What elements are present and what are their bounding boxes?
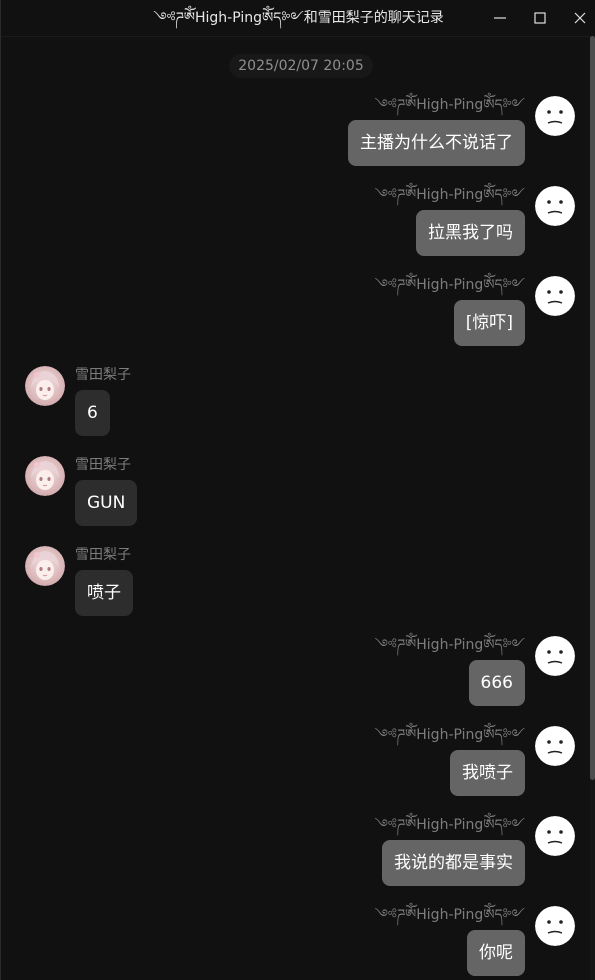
confused-face-icon[interactable] [535, 96, 575, 136]
message-bubble[interactable]: 你呢 [467, 930, 525, 976]
date-separator: 2025/02/07 20:05 [229, 54, 373, 78]
confused-face-icon[interactable] [535, 186, 575, 226]
sender-name: ༺ཌༀHigh-Pingༀད༻ [374, 817, 525, 833]
close-button[interactable] [560, 0, 595, 36]
scrollbar-thumb[interactable] [590, 36, 595, 780]
confused-face-icon[interactable] [535, 636, 575, 676]
anime-girl-avatar[interactable] [25, 366, 65, 406]
chat-history-window: ༺ཌༀHigh-Pingༀད༻和雪田梨子的聊天记录 2025/02/07 20:… [0, 0, 595, 980]
sender-name: ༺ཌༀHigh-Pingༀད༻ [374, 97, 525, 113]
minimize-icon [494, 17, 506, 19]
confused-face-icon[interactable] [535, 726, 575, 766]
message-bubble[interactable]: 6 [75, 390, 110, 436]
sender-name: ༺ཌༀHigh-Pingༀད༻ [374, 637, 525, 653]
message-list[interactable]: 2025/02/07 20:05 ༺ཌༀHigh-Pingༀད༻ 主播为什么不说话… [1, 36, 589, 980]
message-row: ༺ཌༀHigh-Pingༀད༻ 666 [1, 636, 589, 720]
message-bubble[interactable]: 我说的都是事实 [382, 840, 525, 886]
message-row: ༺ཌༀHigh-Pingༀད༻ [惊吓] [1, 276, 589, 360]
title-bar[interactable]: ༺ཌༀHigh-Pingༀད༻和雪田梨子的聊天记录 [1, 0, 595, 37]
message-row: ༺ཌༀHigh-Pingༀད༻ 拉黑我了吗 [1, 186, 589, 270]
sender-name: 雪田梨子 [75, 457, 131, 473]
confused-face-icon[interactable] [535, 906, 575, 946]
minimize-button[interactable] [480, 0, 520, 36]
sender-name: ༺ཌༀHigh-Pingༀད༻ [374, 727, 525, 743]
message-bubble[interactable]: 我喷子 [450, 750, 525, 796]
confused-face-icon[interactable] [535, 276, 575, 316]
message-bubble[interactable]: [惊吓] [453, 300, 525, 346]
message-bubble[interactable]: 喷子 [75, 570, 133, 616]
message-row: ༺ཌༀHigh-Pingༀད༻ 我说的都是事实 [1, 816, 589, 900]
anime-girl-avatar[interactable] [25, 456, 65, 496]
sender-name: ༺ཌༀHigh-Pingༀད༻ [374, 187, 525, 203]
message-row: 雪田梨子 6 [1, 366, 589, 450]
sender-name: ༺ཌༀHigh-Pingༀད༻ [374, 907, 525, 923]
message-bubble[interactable]: GUN [75, 480, 138, 526]
sender-name: 雪田梨子 [75, 547, 131, 563]
confused-face-icon[interactable] [535, 816, 575, 856]
message-row: ༺ཌༀHigh-Pingༀད༻ 你呢 [1, 906, 589, 980]
message-bubble[interactable]: 666 [468, 660, 525, 706]
scrollbar[interactable] [590, 36, 595, 980]
message-row: 雪田梨子 GUN [1, 456, 589, 540]
message-row: 雪田梨子 喷子 [1, 546, 589, 630]
sender-name: ༺ཌༀHigh-Pingༀད༻ [374, 277, 525, 293]
message-row: ༺ཌༀHigh-Pingༀད༻ 我喷子 [1, 726, 589, 810]
close-icon [574, 12, 586, 24]
message-row: ༺ཌༀHigh-Pingༀད༻ 主播为什么不说话了 [1, 96, 589, 180]
sender-name: 雪田梨子 [75, 367, 131, 383]
message-bubble[interactable]: 拉黑我了吗 [416, 210, 525, 256]
maximize-icon [534, 12, 546, 24]
maximize-button[interactable] [520, 0, 560, 36]
message-bubble[interactable]: 主播为什么不说话了 [348, 120, 525, 166]
anime-girl-avatar[interactable] [25, 546, 65, 586]
